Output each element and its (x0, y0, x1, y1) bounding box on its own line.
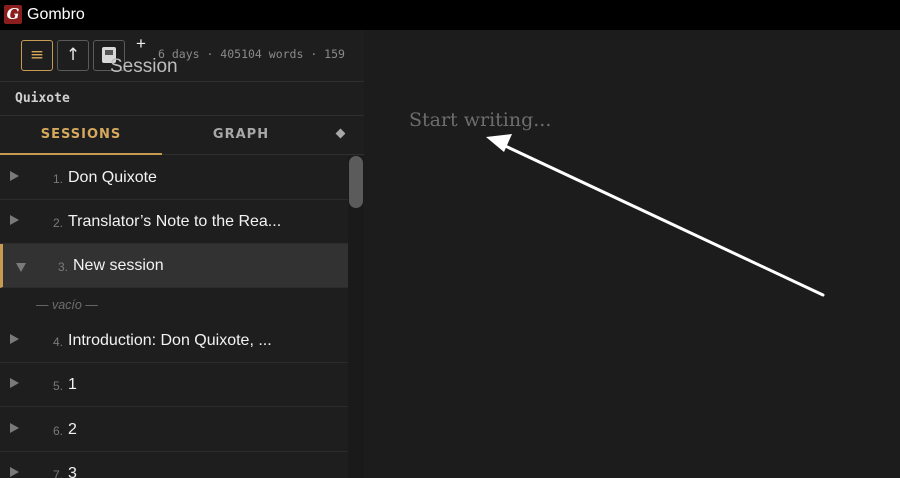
session-number: 7. (53, 468, 64, 478)
session-title: 3 (68, 465, 77, 478)
expand-caret-icon[interactable] (10, 334, 19, 344)
app-title: Gombro (27, 6, 85, 23)
session-number: 5. (53, 379, 64, 393)
session-number: 3. (58, 260, 69, 274)
new-session-button[interactable]: + (136, 35, 146, 53)
session-row[interactable]: 6. 2 (0, 408, 348, 452)
session-title: Introduction: Don Quixote, ... (68, 332, 272, 349)
expand-caret-icon[interactable] (10, 423, 19, 433)
upload-button[interactable]: ↑ (57, 40, 89, 71)
button-tooltip: Session (110, 56, 178, 77)
expand-caret-icon[interactable] (10, 378, 19, 388)
session-title: Translator’s Note to the Rea... (68, 213, 282, 230)
app-logo-icon: G (4, 5, 22, 24)
session-number: 1. (53, 172, 64, 186)
annotation-arrow-icon (486, 134, 825, 297)
session-title: 2 (68, 421, 77, 438)
tab-graph[interactable]: GRAPH (162, 116, 320, 155)
expand-caret-icon[interactable] (10, 467, 19, 477)
session-number: 6. (53, 424, 64, 438)
editor-pane[interactable]: Start writing... (364, 30, 900, 478)
sidebar-toolbar: ≡ ↑ + 6 days · 405104 words · 159 Sessio… (0, 30, 364, 82)
project-stats: 6 days · 405104 words · 159 (158, 47, 345, 61)
session-title: Don Quixote (68, 169, 157, 186)
session-title: 1 (68, 376, 77, 393)
sidebar: ≡ ↑ + 6 days · 405104 words · 159 Sessio… (0, 30, 364, 478)
menu-icon: ≡ (29, 45, 45, 65)
session-number: 4. (53, 335, 64, 349)
expand-caret-icon[interactable] (10, 215, 19, 225)
expand-caret-icon[interactable] (10, 171, 19, 181)
sidebar-tabs: SESSIONS GRAPH (0, 116, 364, 155)
session-list: 1. Don Quixote 2. Translator’s Note to t… (0, 156, 348, 478)
session-row[interactable]: 7. 3 (0, 452, 348, 478)
tab-sessions[interactable]: SESSIONS (0, 116, 162, 155)
title-bar: G Gombro (0, 0, 900, 30)
arrow-up-icon: ↑ (65, 45, 81, 65)
project-name: Quixote (15, 91, 70, 106)
collapse-caret-icon[interactable] (16, 263, 26, 272)
session-title: New session (73, 257, 164, 274)
empty-session-note: — vacío — (36, 298, 98, 312)
scrollbar-thumb[interactable] (349, 156, 363, 208)
session-row[interactable]: 5. 1 (0, 363, 348, 407)
session-row[interactable]: 2. Translator’s Note to the Rea... (0, 200, 348, 244)
diamond-icon[interactable] (336, 129, 346, 139)
menu-toggle-button[interactable]: ≡ (21, 40, 53, 71)
session-row-selected[interactable]: 3. New session (0, 244, 348, 288)
session-row[interactable]: 1. Don Quixote (0, 156, 348, 200)
session-number: 2. (53, 216, 64, 230)
session-row[interactable]: 4. Introduction: Don Quixote, ... (0, 319, 348, 363)
